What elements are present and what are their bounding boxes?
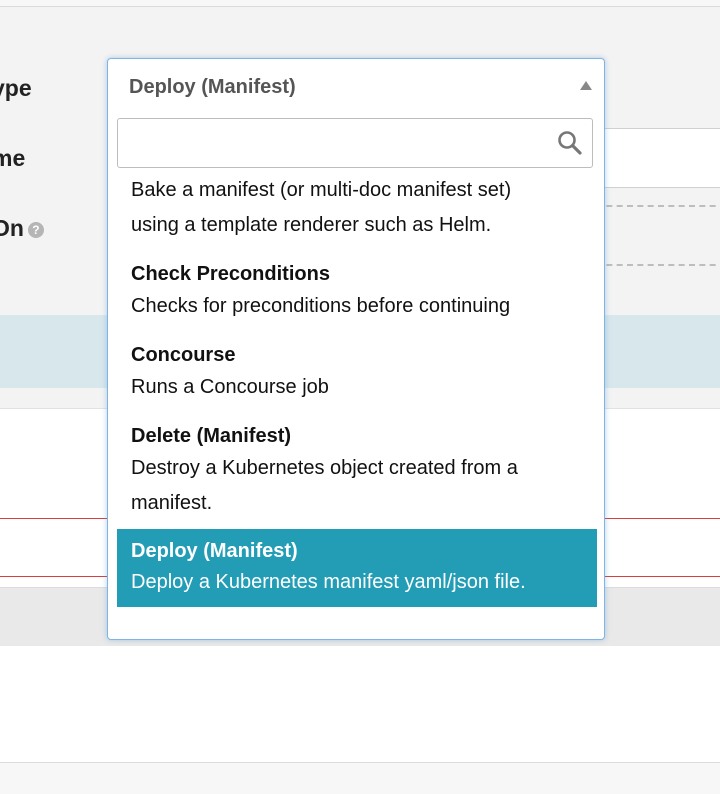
- option-deploy-manifest[interactable]: Deploy (Manifest) Deploy a Kubernetes ma…: [117, 529, 597, 607]
- option-description: Runs a Concourse job: [131, 376, 329, 398]
- option-description: Deploy a Kubernetes manifest yaml/json f…: [131, 571, 526, 593]
- dashed-divider-top: [596, 205, 720, 207]
- option-title: Concourse: [131, 344, 236, 366]
- option-description: Bake a manifest (or multi-doc manifest s…: [131, 179, 512, 201]
- option-bake-manifest[interactable]: Bake a manifest (or multi-doc manifest s…: [117, 173, 597, 243]
- option-description: Destroy a Kubernetes object created from…: [131, 457, 518, 479]
- name-label: me: [0, 145, 26, 171]
- stage-name-input[interactable]: [596, 128, 720, 188]
- option-description: using a template renderer such as Helm.: [131, 214, 492, 236]
- option-check-preconditions[interactable]: Check Preconditions Checks for precondit…: [117, 259, 597, 324]
- options-list: Bake a manifest (or multi-doc manifest s…: [117, 173, 597, 607]
- option-description: Checks for preconditions before continui…: [131, 295, 511, 317]
- dropdown-toggle[interactable]: Deploy (Manifest): [108, 59, 604, 115]
- option-description: manifest.: [131, 492, 213, 514]
- page-bottom: [0, 763, 720, 794]
- depends-on-label: On?: [0, 215, 44, 242]
- selected-value: Deploy (Manifest): [129, 76, 296, 98]
- dashed-divider-bottom: [596, 264, 720, 266]
- option-concourse[interactable]: Concourse Runs a Concourse job: [117, 340, 597, 405]
- caret-up-icon[interactable]: [580, 81, 592, 90]
- search-box[interactable]: [117, 118, 593, 168]
- help-icon[interactable]: ?: [27, 221, 44, 238]
- option-delete-manifest[interactable]: Delete (Manifest) Destroy a Kubernetes o…: [117, 421, 597, 521]
- type-label: ype: [0, 75, 32, 101]
- option-title: Delete (Manifest): [131, 425, 292, 447]
- search-input[interactable]: [118, 119, 558, 165]
- lower-content: [0, 646, 720, 762]
- search-icon: [558, 131, 582, 155]
- stage-type-dropdown[interactable]: Deploy (Manifest) Bake a manifest (or mu…: [107, 58, 605, 640]
- option-title: Check Preconditions: [131, 263, 330, 285]
- option-title: Deploy (Manifest): [131, 540, 298, 562]
